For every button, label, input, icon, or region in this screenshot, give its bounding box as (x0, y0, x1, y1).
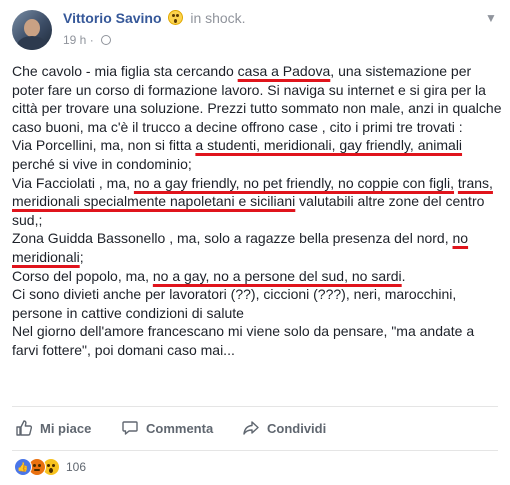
reactions-summary[interactable]: 👍 106 (14, 458, 86, 476)
like-button[interactable]: Mi piace (15, 416, 91, 440)
thumbs-up-icon (16, 420, 33, 436)
feeling-text: in shock. (190, 10, 246, 26)
text-span: . (401, 267, 406, 284)
highlighted-phrase: no a gay, no a persone del sud, no sardi (152, 267, 402, 284)
highlighted-phrase: a studenti, meridionali, gay friendly, a… (195, 137, 463, 154)
share-label: Condividi (267, 420, 327, 436)
comment-label: Commenta (146, 420, 214, 436)
text-span: perché si vive in condominio; (12, 155, 192, 172)
actions-divider (12, 406, 498, 407)
text-span: Via Porcellini, ma, non si fitta (12, 137, 196, 154)
author-name[interactable]: Vittorio Savino (63, 10, 162, 26)
shocked-emoji-icon (168, 10, 184, 25)
post-paragraph: Corso del popolo, ma, no a gay, no a per… (12, 267, 504, 286)
avatar[interactable] (12, 10, 52, 50)
post-time[interactable]: 19 h (63, 33, 86, 47)
meta-separator: · (89, 33, 94, 47)
highlighted-phrase: casa a Padova (237, 63, 331, 79)
text-span: Che cavolo - mia figlia sta cercando (12, 63, 238, 79)
avatar-body (17, 36, 47, 50)
like-label: Mi piace (40, 420, 92, 436)
like-reaction-icon: 👍 (14, 458, 32, 476)
post-paragraph: Nel giorno dell'amore francescano mi vie… (12, 323, 475, 358)
post-paragraph: Ci sono divieti anche per lavoratori (??… (12, 286, 457, 321)
facebook-post: Vittorio Savino in shock. 19 h · ▼ Che c… (0, 0, 510, 485)
comment-icon (122, 421, 138, 435)
avatar-face (24, 19, 40, 37)
share-arrow-icon (243, 421, 259, 435)
post-paragraph: Via Facciolati , ma, no a gay friendly, … (12, 174, 504, 230)
chevron-down-icon[interactable]: ▼ (482, 11, 500, 25)
post-header: Vittorio Savino in shock. (63, 10, 246, 26)
text-span: Via Facciolati , ma, (12, 174, 134, 191)
highlighted-phrase: no a gay friendly, no pet friendly, no c… (133, 174, 455, 191)
text-span: Corso del popolo, ma, (12, 267, 153, 284)
post-paragraph: Che cavolo - mia figlia sta cercando cas… (12, 62, 504, 136)
share-button[interactable]: Condividi (242, 416, 326, 440)
post-paragraph: Via Porcellini, ma, non si fitta a stude… (12, 136, 504, 173)
reactions-divider (12, 450, 498, 451)
globe-icon[interactable] (101, 35, 112, 45)
post-meta: 19 h · (63, 33, 112, 47)
comment-button[interactable]: Commenta (121, 416, 213, 440)
text-span: Zona Guidda Bassonello , ma, solo a raga… (12, 230, 453, 247)
post-paragraph: Zona Guidda Bassonello , ma, solo a raga… (12, 229, 504, 266)
reaction-count: 106 (66, 460, 87, 474)
post-text: Che cavolo - mia figlia sta cercando cas… (12, 62, 504, 360)
text-span: ; (79, 248, 84, 265)
